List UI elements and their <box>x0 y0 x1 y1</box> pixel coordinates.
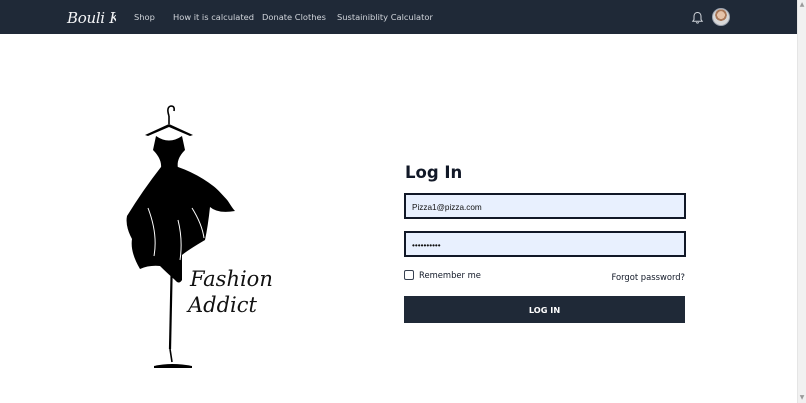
forgot-password-link[interactable]: Forgot password? <box>611 272 685 282</box>
nav-sustainability-calculator[interactable]: Sustainiblity Calculator <box>337 12 433 22</box>
dress-on-hanger-icon: Fashion Addict <box>126 105 273 368</box>
nav-shop[interactable]: Shop <box>134 12 155 22</box>
nav-donate-clothes[interactable]: Donate Clothes <box>262 12 326 22</box>
login-button[interactable]: LOG IN <box>404 296 685 323</box>
top-navbar: Bouli K Shop How it is calculated Donate… <box>0 0 797 34</box>
nav-how-it-is-calculated[interactable]: How it is calculated <box>173 12 254 22</box>
password-field-wrapper <box>404 231 686 257</box>
remember-me: Remember me <box>404 270 481 280</box>
brand-logo-text: Bouli K <box>66 9 116 27</box>
bell-icon[interactable] <box>691 10 704 24</box>
scroll-down-arrow-icon[interactable]: ▼ <box>799 395 805 401</box>
fashion-addict-illustration: Fashion Addict <box>112 104 280 376</box>
password-field[interactable] <box>406 234 684 257</box>
scroll-up-arrow-icon[interactable]: ▲ <box>799 2 805 8</box>
addict-text: Addict <box>186 293 258 317</box>
page-scrollbar[interactable]: ▲ ▼ <box>797 0 806 403</box>
brand-logo[interactable]: Bouli K <box>66 6 122 28</box>
remember-me-checkbox[interactable] <box>404 270 414 280</box>
fashion-text: Fashion <box>189 267 273 291</box>
brand-logo-mark: Bouli K <box>66 9 122 27</box>
remember-me-label: Remember me <box>419 270 481 280</box>
avatar[interactable] <box>712 8 730 26</box>
email-field[interactable] <box>406 196 684 219</box>
email-field-wrapper <box>404 193 686 219</box>
page-title: Log In <box>405 163 463 182</box>
